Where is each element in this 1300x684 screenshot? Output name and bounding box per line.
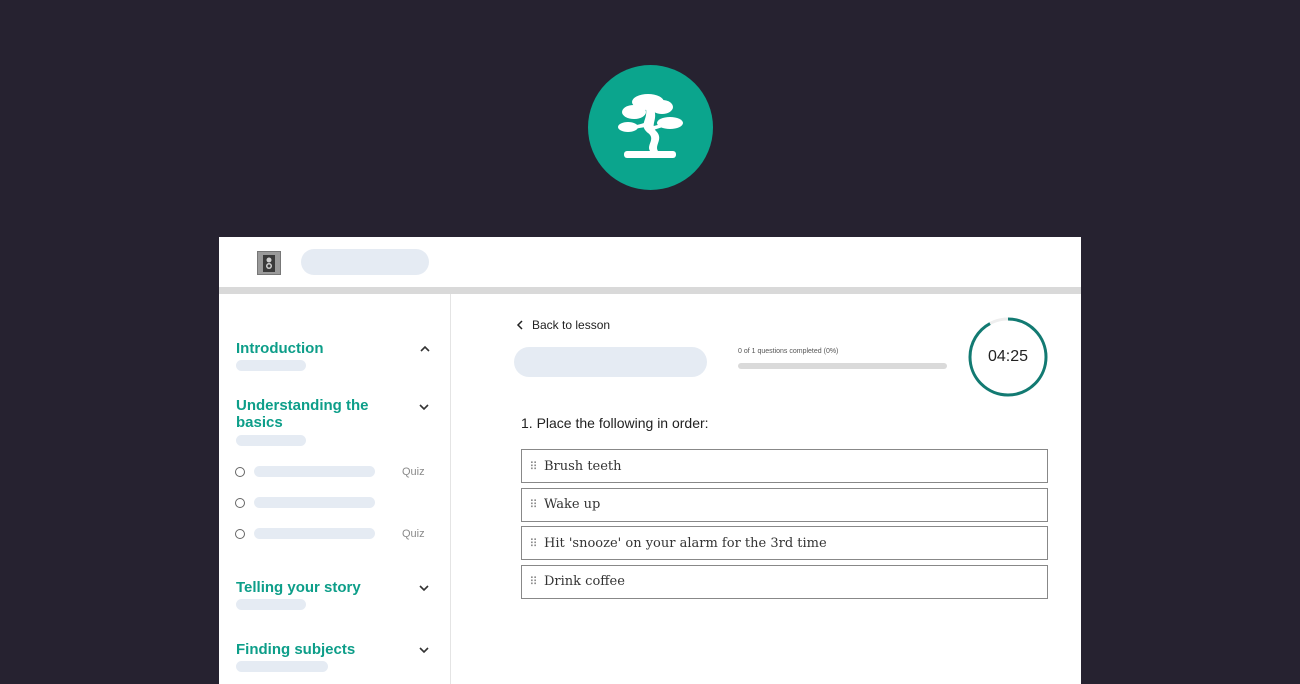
section-meta-placeholder [236,661,328,672]
progress-text: 0 of 1 questions completed (0%) [738,348,839,355]
brand-logo [588,65,713,190]
chevron-down-icon[interactable] [417,581,431,595]
ordering-item[interactable]: ⠿ Wake up [521,487,1048,522]
section-meta-placeholder [236,599,306,610]
course-outline-sidebar: Introduction Understanding the basics Qu… [219,294,451,684]
drag-handle-icon[interactable]: ⠿ [522,460,544,473]
chevron-down-icon[interactable] [417,400,431,414]
lesson-title-placeholder[interactable] [254,497,375,508]
quiz-main-panel: Back to lesson 0 of 1 questions complete… [452,294,1081,684]
lesson-status-radio[interactable] [235,529,245,539]
course-thumbnail[interactable] [257,251,281,275]
sidebar-section-title[interactable]: Introduction [236,340,386,357]
chevron-left-icon [516,320,523,330]
ordering-list: ⠿ Brush teeth ⠿ Wake up ⠿ Hit 'snooze' o… [521,449,1048,603]
quiz-title-placeholder [514,347,707,377]
ordering-item-label: Wake up [544,497,601,512]
lesson-title-placeholder[interactable] [254,528,375,539]
drag-handle-icon[interactable]: ⠿ [522,537,544,550]
question-text: 1. Place the following in order: [521,415,709,431]
lesson-status-radio[interactable] [235,467,245,477]
lesson-status-radio[interactable] [235,498,245,508]
ordering-item-label: Drink coffee [544,574,625,589]
back-to-lesson-link[interactable]: Back to lesson [516,317,610,333]
sidebar-section-title[interactable]: Understanding the basics [236,397,386,431]
chevron-up-icon[interactable] [418,342,432,356]
back-to-lesson-label: Back to lesson [532,318,611,332]
timer-value: 04:25 [987,348,1029,365]
ordering-item-label: Hit 'snooze' on your alarm for the 3rd t… [544,535,827,551]
chevron-down-icon[interactable] [417,643,431,657]
section-meta-placeholder [236,435,306,446]
quiz-tag: Quiz [402,466,425,478]
ordering-item[interactable]: ⠿ Brush teeth [521,449,1048,483]
ordering-item[interactable]: ⠿ Hit 'snooze' on your alarm for the 3rd… [521,526,1048,560]
ordering-item[interactable]: ⠿ Drink coffee [521,564,1048,599]
drag-handle-icon[interactable]: ⠿ [522,498,544,511]
section-meta-placeholder [236,360,306,371]
quiz-tag: Quiz [402,528,425,540]
ordering-item-label: Brush teeth [544,458,622,474]
progress-bar [738,363,947,369]
lesson-title-placeholder[interactable] [254,466,375,477]
sidebar-section-title[interactable]: Telling your story [236,579,386,596]
app-window: Introduction Understanding the basics Qu… [219,237,1081,684]
sidebar-section-title[interactable]: Finding subjects [236,641,386,658]
top-bar-divider [219,287,1081,294]
drag-handle-icon[interactable]: ⠿ [522,575,544,588]
bonsai-tree-icon [618,94,683,158]
course-title-placeholder [301,249,429,275]
top-bar [219,237,1081,287]
countdown-timer: 04:25 [967,316,1049,398]
